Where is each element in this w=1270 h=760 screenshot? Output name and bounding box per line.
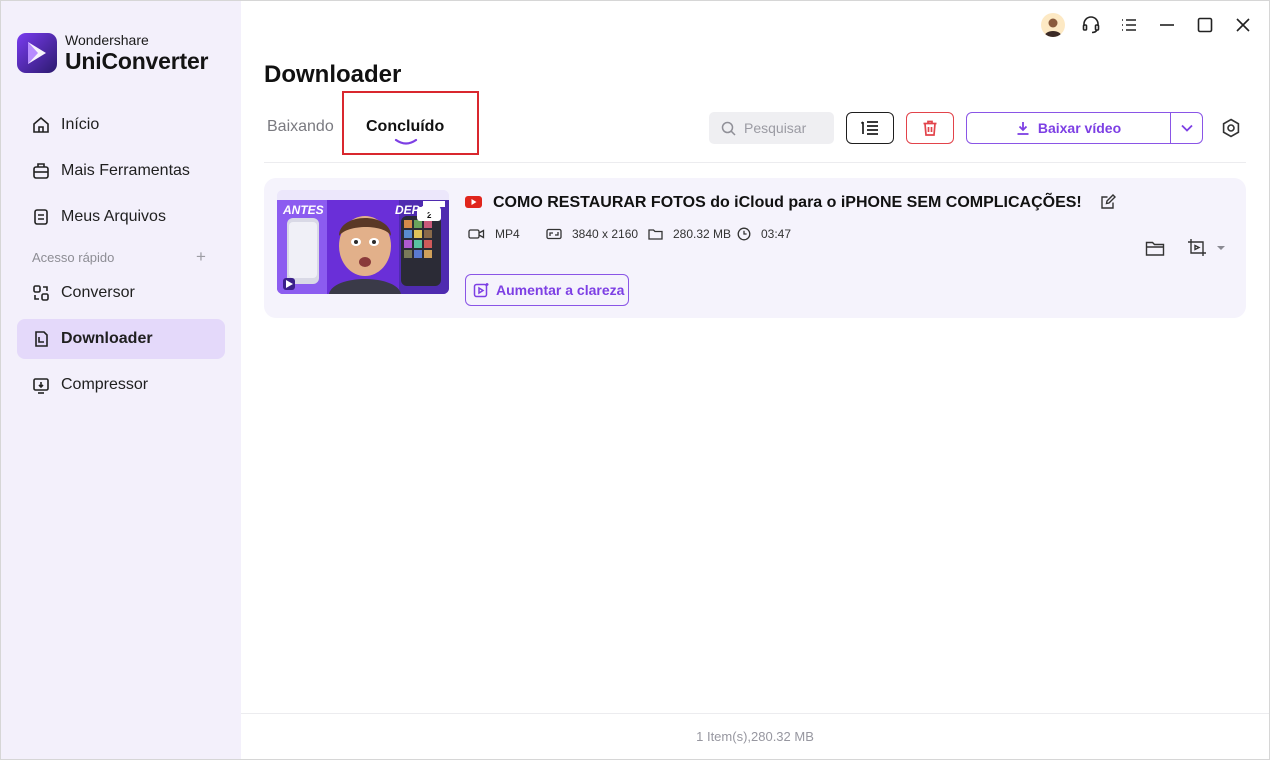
delete-button[interactable]: [906, 112, 954, 144]
file-icon: [31, 207, 51, 227]
menu-button[interactable]: [1117, 13, 1141, 37]
menu-icon: [1122, 19, 1136, 31]
thumbnail-caption-depois: DEPOIS: [395, 203, 440, 217]
clock-icon: [737, 227, 751, 241]
app-window: Wondershare UniConverter Início Mais Fer…: [0, 0, 1270, 760]
add-quick-access-button[interactable]: +: [196, 247, 206, 267]
download-item-card[interactable]: 2 ANTES DEPOIS COMO RESTAURAR FOTOS do i…: [264, 178, 1246, 318]
sidebar-item-label: Início: [61, 116, 100, 133]
product-name: UniConverter: [65, 48, 209, 74]
folder-icon: [648, 229, 663, 240]
close-button[interactable]: [1231, 13, 1255, 37]
video-format: MP4: [495, 227, 520, 241]
headset-icon: [1082, 16, 1100, 34]
minimize-icon: [1160, 24, 1174, 26]
sidebar-item-meus-arquivos[interactable]: Meus Arquivos: [17, 197, 225, 237]
enhance-clarity-label: Aumentar a clareza: [496, 282, 625, 298]
edit-video-dropdown[interactable]: [1187, 237, 1227, 259]
video-size: 280.32 MB: [673, 227, 732, 241]
open-folder-button[interactable]: [1144, 237, 1166, 259]
crop-video-icon: [1188, 239, 1206, 256]
video-resolution: 3840 x 2160: [572, 227, 639, 241]
download-options-dropdown[interactable]: [1171, 113, 1202, 143]
enhance-clarity-button[interactable]: Aumentar a clareza: [465, 274, 629, 306]
highlight-annotation: [342, 91, 479, 155]
download-icon: [31, 329, 51, 349]
download-video-button[interactable]: Baixar vídeo: [967, 113, 1171, 143]
duration-meta: 03:47: [737, 227, 791, 241]
items-summary: 1 Item(s),280.32 MB: [696, 729, 814, 744]
sidebar-item-label: Downloader: [61, 330, 153, 347]
download-video-button-group: Baixar vídeo: [966, 112, 1203, 144]
enhance-icon: [473, 282, 489, 297]
search-placeholder: Pesquisar: [744, 120, 807, 136]
compress-icon: [31, 375, 51, 395]
video-duration: 03:47: [761, 227, 792, 241]
resolution-meta: 3840 x 2160: [546, 227, 638, 241]
size-meta: 280.32 MB: [648, 227, 731, 241]
sidebar: Wondershare UniConverter Início Mais Fer…: [1, 1, 241, 759]
gear-icon: [1222, 118, 1240, 138]
download-video-label: Baixar vídeo: [1037, 120, 1122, 136]
trash-icon: [923, 120, 937, 136]
maximize-icon: [1197, 17, 1213, 33]
sidebar-item-mais-ferramentas[interactable]: Mais Ferramentas: [17, 151, 225, 191]
avatar-icon: [1041, 13, 1065, 37]
resolution-icon: [546, 228, 562, 240]
sidebar-item-label: Mais Ferramentas: [61, 162, 190, 179]
convert-icon: [31, 283, 51, 303]
sidebar-item-label: Meus Arquivos: [61, 208, 166, 225]
settings-button[interactable]: [1219, 116, 1243, 140]
tab-baixando[interactable]: Baixando: [267, 118, 334, 136]
edit-icon[interactable]: [1100, 194, 1116, 210]
sort-list-icon: [860, 121, 878, 135]
download-arrow-icon: [1017, 122, 1029, 135]
video-title: COMO RESTAURAR FOTOS do iCloud para o iP…: [493, 194, 1082, 211]
app-logo: Wondershare UniConverter: [17, 33, 208, 73]
uniconverter-logo-icon: [17, 33, 57, 73]
sidebar-item-label: Compressor: [61, 376, 149, 393]
caret-down-icon: [1217, 246, 1225, 250]
close-icon: [1236, 18, 1250, 32]
header-divider: [264, 162, 1246, 163]
sidebar-item-downloader[interactable]: Downloader: [17, 319, 225, 359]
maximize-button[interactable]: [1193, 13, 1217, 37]
format-meta: MP4: [468, 227, 520, 241]
status-footer: 1 Item(s),280.32 MB: [241, 713, 1269, 759]
account-button[interactable]: [1041, 13, 1065, 37]
minimize-button[interactable]: [1155, 13, 1179, 37]
video-thumbnail[interactable]: 2 ANTES DEPOIS: [277, 190, 449, 294]
toolbox-icon: [31, 161, 51, 181]
sidebar-item-label: Conversor: [61, 284, 135, 301]
open-folder-icon: [1145, 241, 1165, 256]
support-button[interactable]: [1079, 13, 1103, 37]
quick-access-label: Acesso rápido: [32, 250, 115, 265]
chevron-down-icon: [1180, 124, 1193, 132]
thumbnail-caption-antes: ANTES: [282, 203, 324, 217]
sidebar-item-inicio[interactable]: Início: [17, 105, 225, 145]
home-icon: [31, 115, 51, 135]
sidebar-item-compressor[interactable]: Compressor: [17, 365, 225, 405]
search-input[interactable]: Pesquisar: [709, 112, 834, 144]
title-bar: [1041, 13, 1255, 37]
video-camera-icon: [468, 229, 485, 239]
page-title: Downloader: [264, 61, 402, 88]
youtube-icon: [465, 196, 482, 208]
sort-button[interactable]: [846, 112, 894, 144]
sidebar-item-conversor[interactable]: Conversor: [17, 273, 225, 313]
brand-name: Wondershare: [65, 32, 149, 48]
search-icon: [721, 121, 736, 136]
